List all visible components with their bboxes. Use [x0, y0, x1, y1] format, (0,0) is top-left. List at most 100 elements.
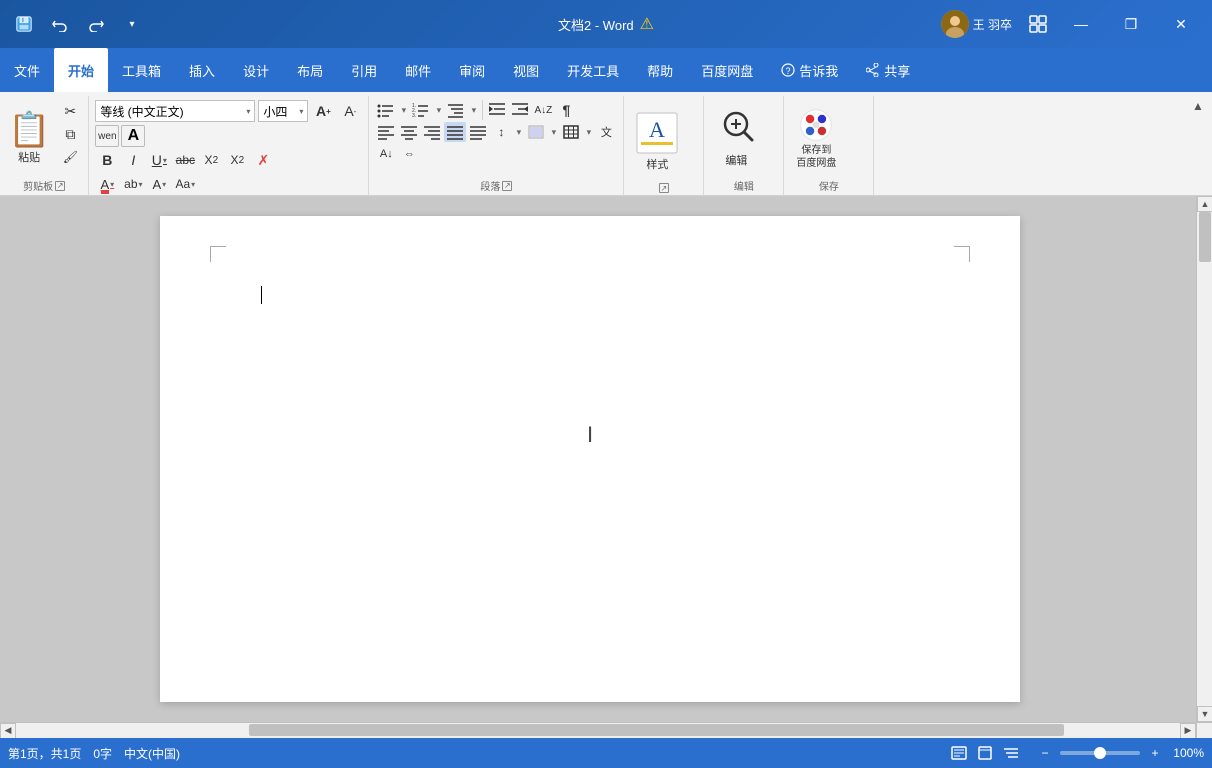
multilevel-list-button[interactable]	[445, 100, 467, 120]
scroll-right-button[interactable]: ▶	[1180, 723, 1196, 739]
undo-button[interactable]	[44, 8, 76, 40]
menu-item-help[interactable]: 帮助	[633, 48, 687, 92]
align-right-button[interactable]	[421, 122, 443, 142]
format-painter-button[interactable]: 🖌	[56, 146, 84, 168]
align-center-button[interactable]	[398, 122, 420, 142]
line-spacing-dropdown[interactable]: ▾	[512, 122, 524, 142]
menu-item-insert[interactable]: 插入	[175, 48, 229, 92]
distribute-button[interactable]	[467, 122, 489, 142]
scroll-thumb[interactable]	[1199, 212, 1211, 262]
highlight-color-button[interactable]: ab▾	[121, 173, 145, 195]
decrease-indent-button[interactable]	[486, 100, 508, 120]
zoom-slider-track[interactable]	[1060, 751, 1140, 755]
superscript-button[interactable]: X2	[225, 149, 249, 171]
document-content[interactable]	[260, 286, 920, 307]
multilevel-list-dropdown[interactable]: ▾	[467, 100, 479, 120]
shading-button[interactable]	[525, 122, 547, 142]
menu-item-developer[interactable]: 开发工具	[553, 48, 633, 92]
font-color-button[interactable]: A ▾	[95, 173, 119, 195]
page-view-button[interactable]	[974, 742, 996, 764]
menu-item-file[interactable]: 文件	[0, 48, 54, 92]
menu-item-layout[interactable]: 布局	[283, 48, 337, 92]
underline-button[interactable]: U▾	[147, 149, 171, 171]
sort-button[interactable]: A↓Z	[532, 100, 554, 120]
group-icon-button[interactable]	[1022, 8, 1054, 40]
horizontal-scrollbar[interactable]: ◀ ▶	[0, 722, 1196, 738]
font-size-selector[interactable]: 小四 ▾	[258, 100, 308, 122]
italic-button[interactable]: I	[121, 149, 145, 171]
clear-format-button[interactable]: ✗	[251, 149, 275, 171]
menu-item-mailings[interactable]: 邮件	[391, 48, 445, 92]
line-spacing-button[interactable]: ↕	[490, 122, 512, 142]
zoom-slider-thumb[interactable]	[1094, 747, 1106, 759]
read-view-button[interactable]	[948, 742, 970, 764]
menu-item-baidu[interactable]: 百度网盘	[687, 48, 767, 92]
baidu-save-button[interactable]: 保存到百度网盘	[788, 104, 844, 174]
save-icon-button[interactable]	[8, 8, 40, 40]
mirror-indent-button[interactable]: ⇔	[398, 144, 420, 164]
menu-item-tell-me[interactable]: ? 告诉我	[767, 48, 852, 92]
cut-button[interactable]: ✂	[56, 100, 84, 122]
copy-button[interactable]: ⧉	[56, 123, 84, 145]
numbered-list-button[interactable]: 1.2.3.	[410, 100, 432, 120]
numbered-list-dropdown[interactable]: ▾	[432, 100, 444, 120]
align-left-button[interactable]	[375, 122, 397, 142]
bold-button[interactable]: B	[95, 149, 119, 171]
language[interactable]: 中文(中国)	[124, 745, 180, 762]
restore-button[interactable]: ❐	[1108, 8, 1154, 40]
scroll-left-button[interactable]: ◀	[0, 723, 16, 739]
menu-item-references[interactable]: 引用	[337, 48, 391, 92]
change-case-button[interactable]: Aa▾	[173, 173, 197, 195]
bullet-list-dropdown[interactable]: ▾	[397, 100, 409, 120]
wen-button[interactable]: wen	[95, 125, 119, 147]
outline-view-button[interactable]	[1000, 742, 1022, 764]
menu-item-share[interactable]: 共享	[852, 48, 924, 92]
menu-item-design[interactable]: 设计	[229, 48, 283, 92]
clipboard-expand-button[interactable]: ↗	[55, 181, 65, 191]
redo-button[interactable]	[80, 8, 112, 40]
menu-item-view[interactable]: 视图	[499, 48, 553, 92]
text-bg-color-button[interactable]: A▾	[147, 173, 171, 195]
scroll-track[interactable]	[1197, 212, 1212, 706]
shading-dropdown[interactable]: ▾	[547, 122, 559, 142]
scroll-up-button[interactable]: ▲	[1197, 196, 1212, 212]
bullet-list-button[interactable]	[375, 100, 397, 120]
borders-dropdown[interactable]: ▾	[582, 122, 594, 142]
scroll-down-button[interactable]: ▼	[1197, 706, 1212, 722]
increase-indent-button[interactable]	[509, 100, 531, 120]
zoom-out-button[interactable]: −	[1034, 742, 1056, 764]
font-family-selector[interactable]: 等线 (中文正文) ▾	[95, 100, 255, 122]
styles-button[interactable]: A 样式	[628, 108, 686, 176]
grow-font-button[interactable]: A+	[311, 100, 335, 122]
zoom-in-button[interactable]: +	[1144, 742, 1166, 764]
styles-expand-button[interactable]: ↗	[659, 183, 669, 193]
hscroll-track[interactable]	[16, 723, 1180, 738]
zoom-slider[interactable]	[1060, 751, 1140, 755]
menu-item-home[interactable]: 开始	[54, 48, 108, 92]
justify-button[interactable]	[444, 122, 466, 142]
show-marks-button[interactable]: ¶	[555, 100, 577, 120]
borders-button[interactable]	[560, 122, 582, 142]
document-page[interactable]: I	[160, 216, 1020, 702]
big-a-button[interactable]: A	[121, 125, 145, 147]
document-area[interactable]: I	[0, 196, 1180, 722]
strikethrough-button[interactable]: abc	[173, 149, 197, 171]
menu-item-review[interactable]: 审阅	[445, 48, 499, 92]
hscroll-thumb[interactable]	[249, 724, 1064, 736]
edit-button[interactable]: 编辑	[708, 104, 764, 174]
page-info[interactable]: 第1页，共1页	[8, 745, 81, 762]
shrink-font-button[interactable]: A-	[338, 100, 362, 122]
vertical-scrollbar[interactable]: ▲ ▼	[1196, 196, 1212, 722]
subscript-button[interactable]: X2	[199, 149, 223, 171]
minimize-button[interactable]: —	[1058, 8, 1104, 40]
paste-button[interactable]: 📋 粘贴	[4, 100, 54, 178]
zoom-level-text[interactable]: 100%	[1170, 746, 1204, 760]
menu-item-toolbox[interactable]: 工具箱	[108, 48, 175, 92]
chinese-layout-button[interactable]: 文	[595, 122, 617, 142]
sort2-button[interactable]: A↓	[375, 144, 397, 164]
close-button[interactable]: ✕	[1158, 8, 1204, 40]
word-count[interactable]: 0字	[93, 745, 112, 762]
customize-quick-access-button[interactable]: ▾	[116, 8, 148, 40]
ribbon-collapse-button[interactable]: ▲	[1188, 96, 1208, 116]
user-area[interactable]: 王 羽卒	[935, 6, 1018, 42]
